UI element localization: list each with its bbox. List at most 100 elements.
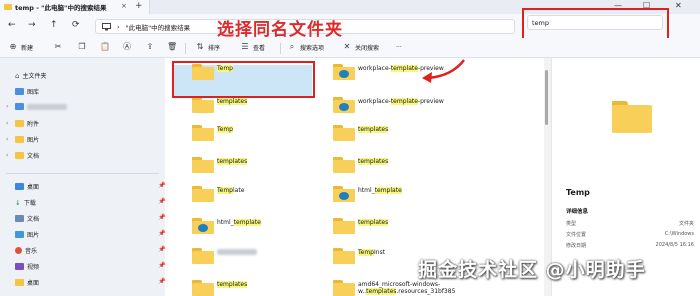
view-button[interactable]: ☰ 查看: [240, 42, 265, 52]
copy-icon: ❐: [78, 42, 86, 51]
chevron-right-icon: ›: [6, 152, 9, 159]
cloud-icon: [15, 103, 24, 110]
file-item[interactable]: templates: [333, 125, 389, 141]
sidebar-item-documents-2[interactable]: 文档: [6, 214, 39, 223]
file-item[interactable]: html_template: [333, 186, 402, 202]
file-item[interactable]: [192, 248, 257, 264]
sidebar-item-attachments[interactable]: › 附件: [6, 119, 39, 128]
sort-icon: ⇅: [196, 42, 204, 51]
file-item[interactable]: templates: [333, 218, 389, 234]
cut-button[interactable]: ✂: [53, 42, 63, 52]
chevron-right-icon: ›: [6, 103, 9, 110]
close-icon: ✕: [343, 42, 351, 51]
scrollbar-thumb[interactable]: [545, 70, 548, 125]
new-button[interactable]: ⊕ 新建: [8, 42, 33, 52]
folder-icon: [333, 125, 355, 141]
file-item[interactable]: amd64_microsoft-windows-w..templates.res…: [333, 280, 455, 296]
file-item[interactable]: templates: [192, 280, 248, 296]
file-name-prefix: w..: [358, 288, 367, 295]
sidebar-item-pictures[interactable]: › 图片: [6, 135, 39, 144]
file-name-match: template: [390, 98, 418, 105]
sidebar-item-home[interactable]: ⌂ 主文件夹: [6, 71, 46, 81]
breadcrumb[interactable]: "此电脑"中的搜索结果: [126, 22, 190, 32]
share-button[interactable]: ⇪: [145, 42, 155, 52]
paste-button[interactable]: 📋: [100, 42, 110, 52]
navigation-pane: ⌂ 主文件夹 图库 › › 附件 › 图片 › 文档 桌面 ↓ 下载 文档 图片 音乐 视…: [0, 58, 165, 296]
sidebar-item-desktop-2[interactable]: 桌面: [6, 278, 39, 287]
file-item[interactable]: Temp: [192, 125, 233, 141]
close-window-button[interactable]: ✕: [675, 1, 682, 10]
desktop-icon: [15, 183, 24, 190]
copy-button[interactable]: ❐: [77, 42, 87, 52]
sidebar-item-music[interactable]: 音乐: [6, 246, 37, 255]
file-item[interactable]: html_template: [192, 218, 261, 234]
file-item[interactable]: Template: [192, 186, 244, 202]
file-name-match: templates: [217, 158, 248, 165]
delete-button[interactable]: 🗑: [167, 42, 177, 52]
refresh-button[interactable]: ⟳: [72, 20, 80, 30]
search-options-label: 搜索选项: [300, 44, 325, 52]
sort-label: 排序: [208, 44, 221, 52]
share-icon: ⇪: [146, 42, 154, 51]
file-name-suffix: .resources_31bf385: [396, 288, 456, 295]
search-highlight-box: [522, 8, 669, 41]
sidebar-item-documents[interactable]: › 文档: [6, 151, 39, 160]
rename-button[interactable]: Ⓐ: [122, 42, 132, 52]
sidebar-item-label: 文档: [27, 153, 40, 160]
folder-icon: [192, 125, 214, 141]
details-value: 2024/8/5 16:16: [655, 242, 694, 248]
new-label: 新建: [21, 44, 34, 52]
up-button[interactable]: ↑: [50, 20, 58, 30]
tab-close-icon[interactable]: ×: [121, 2, 127, 10]
search-icon: ⌕: [289, 42, 295, 51]
file-name-match: Temp: [217, 126, 233, 133]
file-item[interactable]: TempInst: [333, 248, 385, 264]
tab-search-results[interactable]: temp - "此电脑"中的搜索结果: [0, 0, 150, 14]
details-value: 文件夹: [678, 221, 694, 227]
folder-icon: [192, 248, 214, 264]
sidebar-item-label: 文档: [27, 216, 40, 223]
command-bar: ⊕ 新建 ✂ ❐ 📋 Ⓐ ⇪ 🗑 ⇅ 排序 ☰ 查看 ⌕ 搜索选项 ✕ 关闭搜索 ...: [0, 38, 700, 58]
more-label: ...: [396, 42, 402, 49]
forward-button[interactable]: →: [28, 20, 36, 30]
sidebar-item-blurred[interactable]: ›: [6, 103, 67, 110]
file-name-prefix: amd64_microsoft-windows-: [358, 281, 441, 288]
folder-icon: [15, 152, 24, 159]
file-name-suffix: late: [233, 187, 245, 194]
cut-icon: ✂: [54, 42, 62, 51]
sidebar-item-downloads[interactable]: ↓ 下载: [6, 198, 36, 208]
file-name-match: Temp: [217, 187, 233, 194]
annotation-title: 选择同名文件夹: [217, 20, 343, 40]
file-item[interactable]: templates: [192, 157, 248, 173]
blurred-label: [27, 103, 67, 110]
file-name: templates: [358, 125, 389, 133]
close-search-button[interactable]: ✕ 关闭搜索: [342, 42, 379, 52]
sidebar-item-gallery[interactable]: 图库: [6, 87, 39, 96]
trash-icon: 🗑: [167, 42, 178, 51]
close-search-label: 关闭搜索: [355, 44, 380, 52]
details-row-location: 文件位置 C:\Windows: [566, 231, 694, 238]
home-icon: ⌂: [15, 71, 20, 80]
file-item[interactable]: templates: [333, 157, 389, 173]
details-row-type: 类型 文件夹: [566, 220, 694, 227]
folder-icon: [192, 97, 214, 113]
video-icon: [15, 263, 24, 270]
sidebar-item-label: 视频: [27, 264, 40, 271]
file-name-match: templates: [358, 126, 389, 133]
search-options-button[interactable]: ⌕ 搜索选项: [287, 42, 324, 52]
back-button[interactable]: ←: [8, 20, 16, 30]
file-item[interactable]: templates: [192, 97, 248, 113]
file-item[interactable]: workplace-template-preview: [333, 97, 444, 113]
more-button[interactable]: ...: [396, 42, 402, 49]
new-tab-button[interactable]: +: [135, 1, 143, 11]
folder-icon: [4, 4, 12, 10]
sidebar-item-desktop[interactable]: 桌面: [6, 182, 39, 191]
folder-icon: [192, 186, 214, 202]
folder-icon: [333, 97, 355, 113]
sort-button[interactable]: ⇅ 排序: [195, 42, 220, 52]
sidebar-item-label: 图库: [27, 89, 40, 96]
sidebar-divider: [6, 173, 159, 174]
sidebar-item-videos[interactable]: 视频: [6, 262, 39, 271]
sidebar-item-pictures-2[interactable]: 图片: [6, 230, 39, 239]
file-name: templates: [217, 157, 248, 165]
